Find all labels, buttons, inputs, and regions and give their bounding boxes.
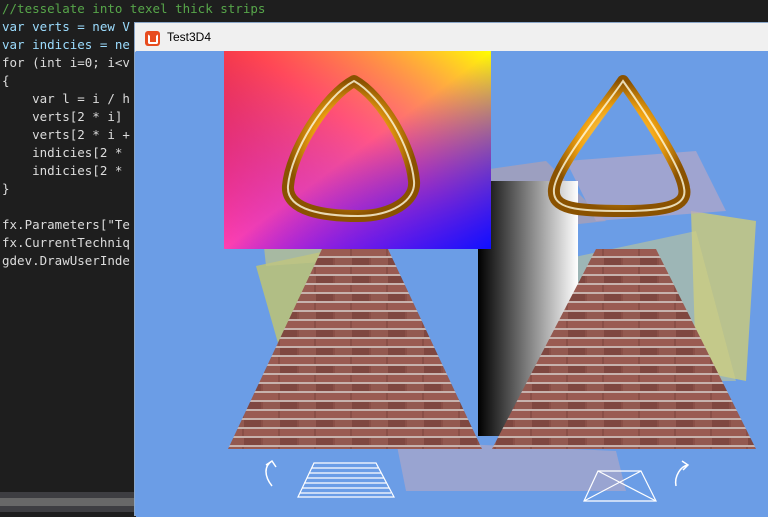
code-line: indicies[2 *	[2, 145, 123, 160]
code-line: fx.CurrentTechniq	[2, 235, 130, 250]
code-line: verts[2 * i]	[2, 109, 123, 124]
3d-scene	[224, 51, 756, 502]
code-line: indicies[2 *	[2, 163, 123, 178]
striped-trapezoid	[297, 462, 395, 498]
scrollbar-thumb[interactable]	[0, 498, 136, 506]
curved-arrow-right-icon	[674, 460, 690, 487]
curved-arrow-left-icon	[265, 459, 277, 487]
window-title: Test3D4	[167, 30, 212, 44]
render-viewport[interactable]	[136, 51, 768, 517]
code-line: var l = i / h	[2, 91, 130, 106]
code-line: {	[2, 73, 10, 88]
code-line: var verts = new V	[2, 19, 130, 34]
code-line: var indicies = ne	[2, 37, 130, 52]
code-line: //tesselate into texel thick strips	[2, 1, 266, 16]
test3d4-window[interactable]: Test3D4	[134, 22, 768, 517]
editor-horizontal-scrollbar[interactable]	[0, 492, 136, 512]
code-line: fx.Parameters["Te	[2, 217, 130, 232]
code-line: verts[2 * i +	[2, 127, 130, 142]
monogame-app-icon	[145, 31, 160, 46]
window-titlebar[interactable]: Test3D4	[135, 23, 768, 52]
code-line: for (int i=0; i<v	[2, 55, 130, 70]
code-line: gdev.DrawUserInde	[2, 253, 130, 268]
code-line: }	[2, 181, 10, 196]
